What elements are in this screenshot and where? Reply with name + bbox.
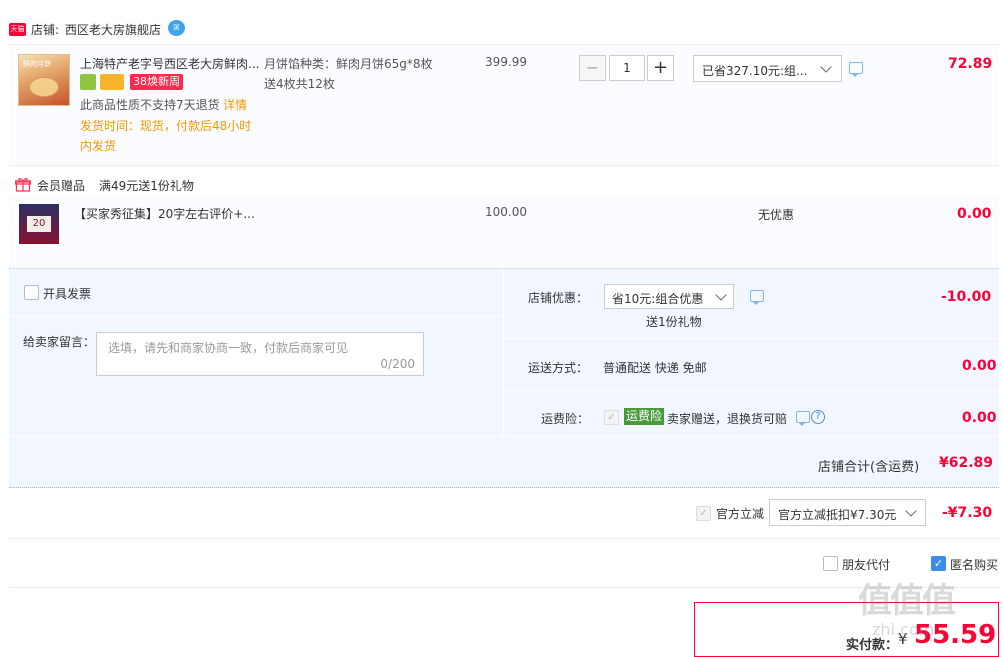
shop-discount-select-label: 省10元:组合优惠 xyxy=(612,292,704,306)
card-pay-icon xyxy=(100,74,124,90)
wangwang-chat-icon[interactable]: ꕤ xyxy=(168,20,185,36)
shop-discount-amount: -10.00 xyxy=(941,289,992,305)
item1-thumbnail[interactable]: 鲜肉月饼 xyxy=(18,54,70,106)
return-notice: 此商品性质不支持7天退货 xyxy=(80,98,220,112)
shop-total-value: ¥62.89 xyxy=(939,455,994,471)
qty-input[interactable]: 1 xyxy=(609,55,645,81)
insurance-checkbox: ✓ xyxy=(604,410,619,425)
gift-promo: 无优惠 xyxy=(758,208,795,222)
official-discount-checkbox: ✓ xyxy=(696,506,711,521)
options-divider-right1 xyxy=(503,338,999,339)
watermark-subtext: zhi.com xyxy=(872,620,935,639)
official-discount-amount: -¥7.30 xyxy=(942,505,993,521)
shop-discount-select[interactable]: 省10元:组合优惠 xyxy=(604,284,734,309)
shop-discount-label: 店铺优惠： xyxy=(528,291,589,305)
official-discount-select-label: 官方立减抵扣¥7.30元 xyxy=(778,508,897,522)
promo-tag: 38焕新周 xyxy=(130,74,183,90)
divider xyxy=(9,538,999,539)
gift-icon xyxy=(14,177,32,192)
shipping-time-line1: 发货时间：现货，付款后48小时 xyxy=(80,119,252,133)
gift-price: 100.00 xyxy=(485,205,527,219)
anonymous-buy-checkbox[interactable]: ✓ xyxy=(931,556,946,571)
divider xyxy=(9,165,999,166)
item1-title-link[interactable]: 上海特产老字号西区老大房鲜肉... xyxy=(80,55,259,72)
sku-line1: 月饼馅种类：鲜肉月饼65g*8枚 xyxy=(264,57,433,71)
friend-pay-label: 朋友代付 xyxy=(842,558,891,572)
sku-line2: 送4枚共12枚 xyxy=(264,77,335,91)
options-divider-bottom xyxy=(9,436,999,437)
guarantee-icon xyxy=(80,74,96,90)
official-discount-label: 官方立减 xyxy=(716,507,765,521)
qty-minus-button[interactable]: − xyxy=(579,55,606,81)
shop-total-label: 店铺合计(含运费) xyxy=(818,460,920,475)
item-discount-select-label: 已省327.10元:组... xyxy=(702,64,808,78)
message-count: 0/200 xyxy=(380,357,415,371)
anonymous-buy-label: 匿名购买 xyxy=(950,558,999,572)
mooncake-shape xyxy=(29,77,59,97)
detail-link[interactable]: 详情 xyxy=(223,96,247,113)
options-divider-left xyxy=(9,316,503,317)
discount-chat-icon[interactable] xyxy=(849,62,863,77)
options-panel xyxy=(9,268,999,488)
delivery-amount: 0.00 xyxy=(962,358,997,374)
message-placeholder: 选填，请先和商家协商一致，付款后商家可见 xyxy=(108,341,349,355)
friend-pay-checkbox[interactable] xyxy=(823,556,838,571)
shop-label: 店铺: xyxy=(31,23,60,37)
insurance-amount: 0.00 xyxy=(962,410,997,426)
thumb-text: 鲜肉月饼 xyxy=(23,60,51,68)
item1-price: 399.99 xyxy=(485,55,527,69)
gift-label: 会员赠品 xyxy=(37,179,86,193)
official-discount-select[interactable]: 官方立减抵扣¥7.30元 xyxy=(769,499,926,526)
invoice-checkbox[interactable] xyxy=(24,285,39,300)
item1-subtotal: 72.89 xyxy=(948,56,993,72)
options-divider-right2 xyxy=(503,390,999,391)
delivery-value: 普通配送 快递 免邮 xyxy=(603,361,707,375)
help-icon[interactable]: ? xyxy=(811,410,825,424)
qty-plus-button[interactable]: + xyxy=(647,55,674,81)
divider xyxy=(9,587,999,588)
watermark-text: 值值值 xyxy=(858,581,956,621)
shop-discount-chat-icon[interactable] xyxy=(750,290,764,305)
gift-thumbnail[interactable]: 20 xyxy=(19,204,59,244)
gift-thumb-number: 20 xyxy=(27,216,51,232)
shipping-time-line2: 内发货 xyxy=(80,139,117,153)
shop-discount-sub: 送1份礼物 xyxy=(646,315,702,329)
options-divider-vertical xyxy=(503,269,504,436)
insurance-text: 卖家赠送，退换货可赔 xyxy=(667,412,788,426)
insurance-chat-icon[interactable] xyxy=(796,411,810,426)
insurance-badge: 运费险 xyxy=(624,408,665,425)
gift-condition: 满49元送1份礼物 xyxy=(99,179,194,193)
gift-title-link[interactable]: 【买家秀征集】20字左右评价+... xyxy=(74,205,255,222)
chevron-down-icon xyxy=(820,61,832,73)
message-label: 给卖家留言： xyxy=(23,335,96,349)
tmall-badge: 天猫 xyxy=(9,23,26,36)
shop-name-link[interactable]: 西区老大房旗舰店 xyxy=(65,21,161,38)
invoice-label: 开具发票 xyxy=(43,287,92,301)
gift-subtotal: 0.00 xyxy=(957,206,992,222)
item-discount-select[interactable]: 已省327.10元:组... xyxy=(693,55,842,82)
chevron-down-icon xyxy=(905,505,917,517)
delivery-label: 运送方式： xyxy=(528,361,589,375)
insurance-label: 运费险： xyxy=(541,412,590,426)
chevron-down-icon xyxy=(715,289,727,301)
message-textarea[interactable]: 选填，请先和商家协商一致，付款后商家可见 0/200 xyxy=(96,332,424,376)
